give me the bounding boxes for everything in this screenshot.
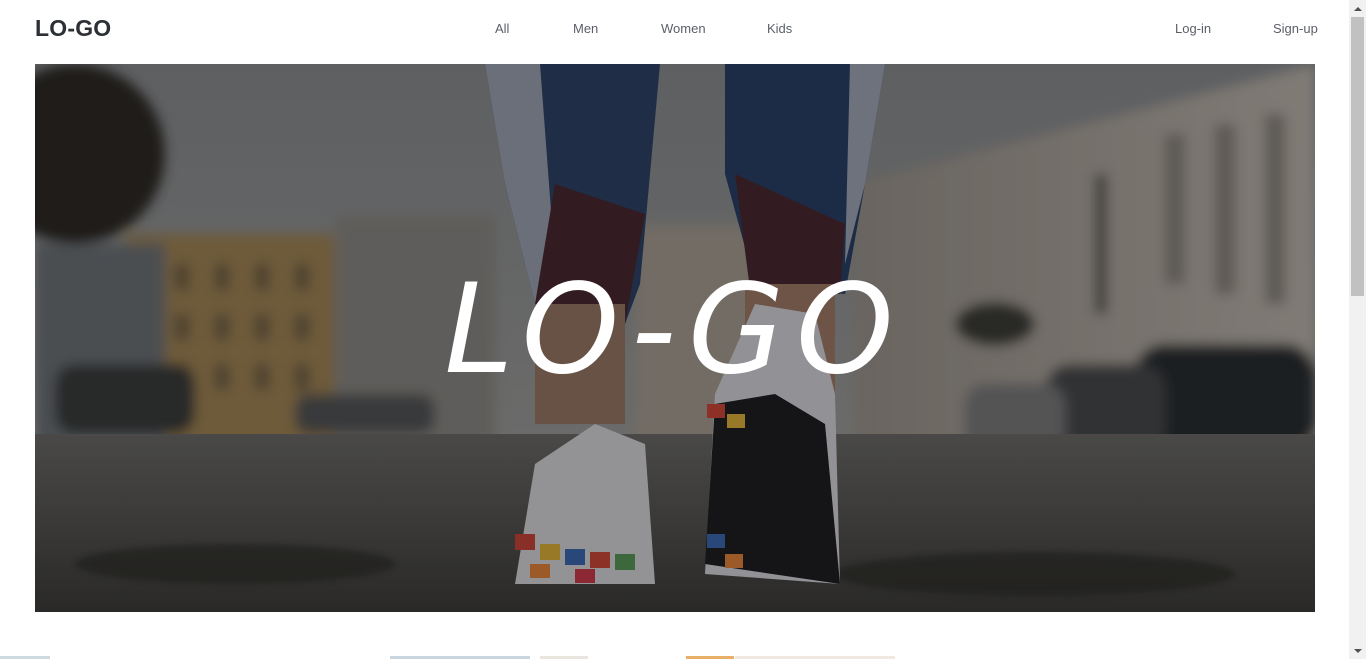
login-link[interactable]: Log-in (1175, 21, 1211, 36)
nav-link-kids[interactable]: Kids (767, 21, 792, 36)
site-header: LO-GO All Men Women Kids Log-in Sign-up (0, 0, 1349, 60)
scroll-thumb[interactable] (1351, 17, 1364, 296)
brand-logo[interactable]: LO-GO (35, 15, 111, 42)
page: LO-GO All Men Women Kids Log-in Sign-up (0, 0, 1366, 659)
nav-link-all[interactable]: All (495, 21, 509, 36)
scroll-down-icon[interactable] (1349, 642, 1366, 659)
nav-link-women[interactable]: Women (661, 21, 706, 36)
signup-link[interactable]: Sign-up (1273, 21, 1318, 36)
vertical-scrollbar[interactable] (1349, 0, 1366, 659)
hero-banner: LO-GO (35, 64, 1315, 612)
scroll-up-icon[interactable] (1349, 0, 1366, 17)
hero-title: LO-GO (444, 258, 906, 402)
nav-link-men[interactable]: Men (573, 21, 598, 36)
